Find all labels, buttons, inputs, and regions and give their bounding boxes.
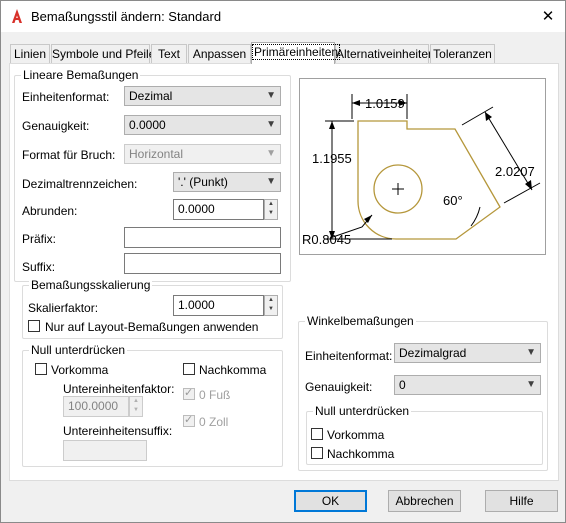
tab-symbole-pfeile[interactable]: Symbole und Pfeile [51, 44, 155, 64]
fraction-format-select[interactable]: Horizontal ▼ [124, 144, 281, 164]
subunit-suffix-label: Untereinheitensuffix: [63, 424, 173, 438]
angular-group-title: Winkelbemaßungen [305, 314, 416, 328]
preview-dim-top: 1.0159 [365, 96, 405, 111]
dimension-preview-drawing: 1.0159 1.1955 2.0207 60° R0.8045 [302, 94, 541, 247]
preview-pane: 1.0159 1.1955 2.0207 60° R0.8045 [299, 78, 546, 255]
zero-inches-label: 0 Zoll [199, 415, 229, 429]
title-bar: Bemaßungsstil ändern: Standard ✕ [1, 1, 565, 32]
scale-factor-spinner[interactable]: ▲ ▼ [264, 295, 278, 316]
preview-angle: 60° [443, 193, 463, 208]
angular-zero-group-title: Null unterdrücken [313, 404, 412, 418]
chevron-down-icon: ▼ [266, 148, 276, 159]
fraction-format-label: Format für Bruch: [22, 148, 116, 162]
unit-format-select[interactable]: Dezimal ▼ [124, 86, 281, 106]
zero-feet-checkbox[interactable] [183, 386, 195, 400]
tab-linien[interactable]: Linien [10, 44, 50, 64]
layout-only-checkbox[interactable] [28, 320, 40, 332]
angular-unit-format-label: Einheitenformat: [305, 349, 393, 363]
subunit-suffix-input[interactable] [63, 440, 147, 461]
angular-trailing-zero-checkbox[interactable] [311, 447, 323, 459]
precision-value: 0.0000 [129, 118, 166, 132]
round-off-label: Abrunden: [22, 204, 78, 218]
preview-radius: R0.8045 [302, 232, 351, 247]
prefix-input[interactable] [124, 227, 281, 248]
zero-inches-checkbox[interactable] [183, 413, 195, 427]
angular-precision-select[interactable]: 0 ▼ [394, 375, 541, 395]
angular-leading-zero-checkbox[interactable] [311, 428, 323, 440]
zero-feet-label: 0 Fuß [199, 388, 231, 402]
autocad-logo-icon [9, 8, 25, 24]
chevron-down-icon: ▼ [526, 347, 536, 358]
chevron-down-icon: ▼ [526, 379, 536, 390]
close-icon[interactable]: ✕ [533, 3, 563, 29]
angular-trailing-zero-label: Nachkomma [327, 447, 395, 461]
precision-label: Genauigkeit: [22, 119, 90, 133]
tab-text[interactable]: Text [151, 44, 187, 64]
trailing-zero-checkbox[interactable] [183, 363, 195, 375]
zero-group-title: Null unterdrücken [29, 343, 128, 357]
linear-group-title: Lineare Bemaßungen [21, 68, 141, 82]
chevron-down-icon: ▼ [266, 90, 276, 101]
decimal-separator-select[interactable]: '.' (Punkt) ▼ [173, 172, 281, 192]
chevron-down-icon: ▼ [266, 119, 276, 130]
round-off-spinner[interactable]: ▲ ▼ [264, 199, 278, 220]
suffix-input[interactable] [124, 253, 281, 274]
round-off-input[interactable]: 0.0000 [173, 199, 264, 220]
subunit-factor-label: Untereinheitenfaktor: [63, 382, 175, 396]
preview-dim-diag: 2.0207 [495, 164, 535, 179]
tab-anpassen[interactable]: Anpassen [188, 44, 251, 64]
suffix-label: Suffix: [22, 260, 56, 274]
scale-factor-label: Skalierfaktor: [28, 301, 99, 315]
angular-precision-label: Genauigkeit: [305, 380, 373, 394]
scale-group-title: Bemaßungsskalierung [29, 278, 153, 292]
dialog-window: Bemaßungsstil ändern: Standard ✕ Linien … [0, 0, 566, 523]
tab-alternativeinheiten[interactable]: Alternativeinheiten [335, 44, 435, 64]
decimal-separator-label: Dezimaltrennzeichen: [22, 177, 138, 191]
subunit-factor-spinner[interactable]: ▲ ▼ [129, 396, 143, 417]
decimal-separator-value: '.' (Punkt) [178, 175, 228, 189]
preview-dim-left: 1.1955 [312, 151, 352, 166]
tab-primaereinheiten[interactable]: Primäreinheiten [251, 42, 341, 64]
trailing-zero-label: Nachkomma [199, 363, 267, 377]
tab-primaereinheiten-label: Primäreinheiten [252, 44, 341, 60]
unit-format-value: Dezimal [129, 89, 173, 103]
angular-unit-format-select[interactable]: Dezimalgrad ▼ [394, 343, 541, 363]
tab-toleranzen[interactable]: Toleranzen [430, 44, 495, 64]
cancel-button[interactable]: Abbrechen [388, 490, 461, 512]
angular-unit-format-value: Dezimalgrad [399, 346, 467, 360]
angular-precision-value: 0 [399, 378, 406, 392]
angular-leading-zero-label: Vorkomma [327, 428, 385, 442]
leading-zero-label: Vorkomma [51, 363, 109, 377]
dialog-title: Bemaßungsstil ändern: Standard [31, 9, 222, 24]
ok-button[interactable]: OK [294, 490, 367, 512]
scale-factor-input[interactable]: 1.0000 [173, 295, 264, 316]
prefix-label: Präfix: [22, 232, 57, 246]
help-button[interactable]: Hilfe [485, 490, 558, 512]
unit-format-label: Einheitenformat: [22, 90, 110, 104]
leading-zero-checkbox[interactable] [35, 363, 47, 375]
chevron-down-icon: ▼ [266, 176, 276, 187]
subunit-factor-input[interactable]: 100.0000 [63, 396, 129, 417]
layout-only-label: Nur auf Layout-Bemaßungen anwenden [45, 320, 259, 334]
precision-select[interactable]: 0.0000 ▼ [124, 115, 281, 135]
fraction-format-value: Horizontal [129, 147, 184, 161]
